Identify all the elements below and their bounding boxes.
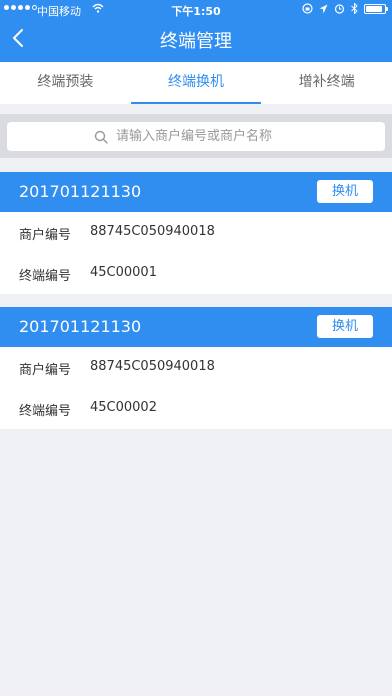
page-title: 终端管理: [160, 31, 232, 52]
merchant-number-value: 88745C050940018: [90, 224, 215, 239]
terminal-number-value: 45C00001: [90, 265, 157, 280]
top-navigation-bar: 中国移动 下午1:50 终端管理: [0, 0, 392, 62]
terminal-record-card: 201701121130 换机 商户编号 88745C050940018 终端编…: [0, 307, 392, 429]
search-box[interactable]: [7, 122, 385, 151]
swap-terminal-button[interactable]: 换机: [317, 180, 373, 203]
bluetooth-icon: [351, 3, 358, 14]
swap-terminal-button[interactable]: 换机: [317, 315, 373, 338]
location-arrow-icon: [319, 4, 328, 13]
alarm-icon: [334, 4, 345, 14]
record-id: 201701121130: [19, 182, 142, 201]
terminal-row: 终端编号 45C00001: [0, 253, 392, 294]
terminal-number-label: 终端编号: [19, 404, 72, 419]
card-header: 201701121130 换机: [0, 307, 392, 347]
terminal-row: 终端编号 45C00002: [0, 388, 392, 429]
tab-bar: 终端预装 终端换机 增补终端: [0, 62, 392, 104]
status-icons: [302, 3, 388, 14]
merchant-row: 商户编号 88745C050940018: [0, 347, 392, 388]
terminal-number-value: 45C00002: [90, 400, 157, 415]
terminal-number-label: 终端编号: [19, 269, 72, 284]
search-bar: [0, 114, 392, 158]
tab-terminal-swap[interactable]: 终端换机: [130, 62, 262, 104]
merchant-row: 商户编号 88745C050940018: [0, 212, 392, 253]
terminal-record-card: 201701121130 换机 商户编号 88745C050940018 终端编…: [0, 172, 392, 294]
search-input[interactable]: [114, 128, 298, 145]
record-id: 201701121130: [19, 317, 142, 336]
battery-icon: [364, 3, 388, 14]
search-icon: [94, 130, 108, 144]
rotation-lock-icon: [302, 3, 313, 14]
tab-terminal-supplement[interactable]: 增补终端: [261, 62, 392, 104]
merchant-number-label: 商户编号: [19, 228, 72, 243]
tab-terminal-preinstall[interactable]: 终端预装: [0, 62, 131, 104]
merchant-number-label: 商户编号: [19, 363, 72, 378]
status-bar: 中国移动 下午1:50: [0, 0, 392, 20]
card-header: 201701121130 换机: [0, 172, 392, 212]
merchant-number-value: 88745C050940018: [90, 359, 215, 374]
